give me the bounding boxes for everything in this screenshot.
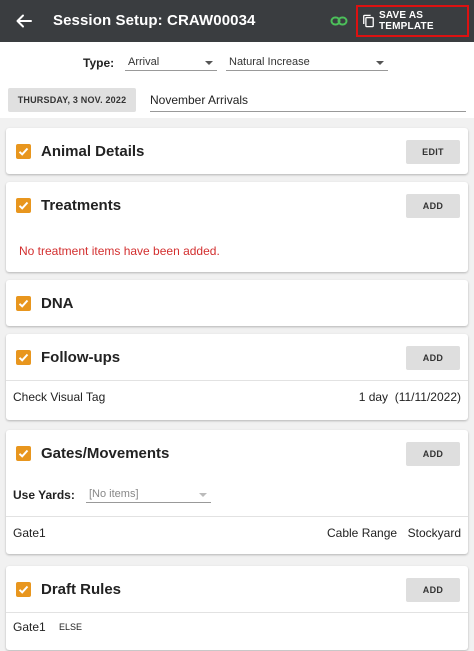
draft-rules-checkbox[interactable] xyxy=(16,582,31,597)
animal-details-card: Animal Details EDIT xyxy=(6,128,468,174)
treatments-card: Treatments ADD No treatment items have b… xyxy=(6,182,468,272)
type-select[interactable]: Arrival xyxy=(125,55,217,71)
gates-checkbox[interactable] xyxy=(16,446,31,461)
followups-checkbox[interactable] xyxy=(16,350,31,365)
arrow-left-icon[interactable] xyxy=(14,11,34,31)
divider xyxy=(6,516,468,517)
gate-yard: Stockyard xyxy=(407,526,461,540)
link-icon[interactable] xyxy=(330,12,348,30)
check-icon xyxy=(18,353,29,362)
followup-name: Check Visual Tag xyxy=(13,390,106,404)
divider xyxy=(6,380,468,381)
copy-icon xyxy=(363,14,374,28)
followups-title: Follow-ups xyxy=(41,349,121,366)
subtype-select-value: Natural Increase xyxy=(229,56,310,68)
app-bar: Session Setup: CRAW00034 SAVE AS TEMPLAT… xyxy=(0,0,474,42)
add-gate-button[interactable]: ADD xyxy=(406,442,460,466)
check-icon xyxy=(18,585,29,594)
type-select-value: Arrival xyxy=(128,56,160,68)
dna-checkbox[interactable] xyxy=(16,296,31,311)
page-title: Session Setup: CRAW00034 xyxy=(53,12,256,29)
save-as-template-button[interactable]: SAVE AS TEMPLATE xyxy=(356,5,469,37)
date-button[interactable]: THURSDAY, 3 NOV. 2022 xyxy=(8,88,136,112)
chevron-down-icon xyxy=(376,61,384,65)
gates-movements-card: Gates/Movements ADD Use Yards: [No items… xyxy=(6,430,468,554)
use-yards-select[interactable]: [No items] xyxy=(86,487,211,503)
draft-rule: ELSE xyxy=(59,622,83,632)
add-draft-rule-button[interactable]: ADD xyxy=(406,578,460,602)
draft-rules-card: Draft Rules ADD Gate1 ELSE xyxy=(6,566,468,650)
add-followup-button[interactable]: ADD xyxy=(406,346,460,370)
treatments-title: Treatments xyxy=(41,197,122,214)
no-treatments-message: No treatment items have been added. xyxy=(19,244,220,258)
animal-details-title: Animal Details xyxy=(41,143,145,160)
check-icon xyxy=(18,201,29,210)
gates-title: Gates/Movements xyxy=(41,445,170,462)
use-yards-label: Use Yards: xyxy=(13,488,75,502)
use-yards-placeholder: [No items] xyxy=(89,488,139,500)
session-name-input[interactable] xyxy=(150,88,466,112)
animal-details-checkbox[interactable] xyxy=(16,144,31,159)
subtype-select[interactable]: Natural Increase xyxy=(226,55,388,71)
dna-title: DNA xyxy=(41,295,74,312)
treatments-checkbox[interactable] xyxy=(16,198,31,213)
dna-card: DNA xyxy=(6,280,468,326)
gate-name: Gate1 xyxy=(13,526,46,540)
chevron-down-icon xyxy=(199,493,207,497)
followups-card: Follow-ups ADD Check Visual Tag 1 day (1… xyxy=(6,334,468,420)
divider xyxy=(6,612,468,613)
gate-range: Cable Range xyxy=(327,526,398,540)
check-icon xyxy=(18,147,29,156)
type-label: Type: xyxy=(83,56,115,70)
session-setup-panel: Type: Arrival Natural Increase THURSDAY,… xyxy=(0,42,474,118)
draft-gate-name: Gate1 xyxy=(13,620,46,634)
add-treatment-button[interactable]: ADD xyxy=(406,194,460,218)
draft-rules-title: Draft Rules xyxy=(41,581,122,598)
check-icon xyxy=(18,299,29,308)
followup-when: 1 day (11/11/2022) xyxy=(358,390,461,404)
edit-button[interactable]: EDIT xyxy=(406,140,460,164)
save-as-template-label: SAVE AS TEMPLATE xyxy=(378,10,434,32)
check-icon xyxy=(18,449,29,458)
chevron-down-icon xyxy=(205,61,213,65)
